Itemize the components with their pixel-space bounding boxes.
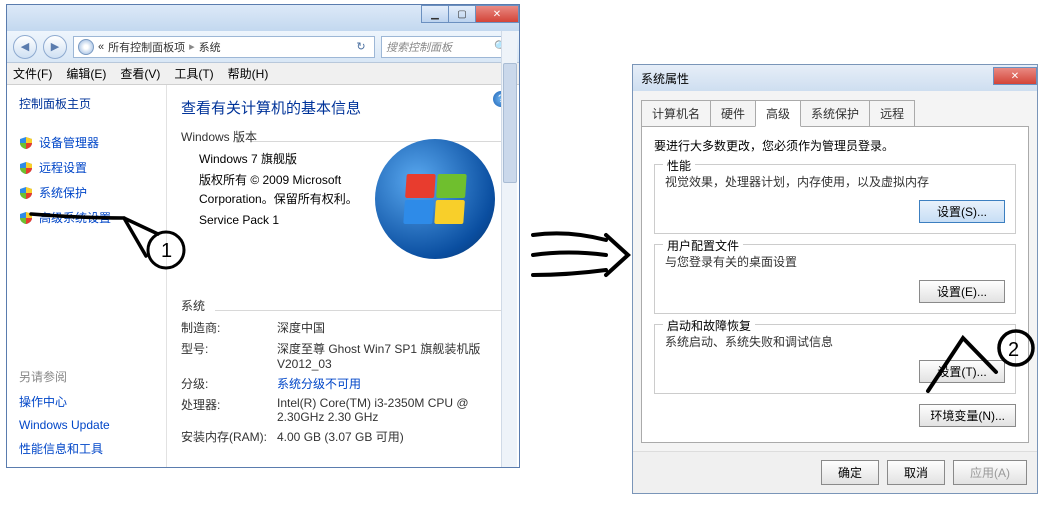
sidebar: 控制面板主页 设备管理器 远程设置 系统保护 高级系统设置 另请参阅 操作中心 … — [7, 85, 167, 467]
search-placeholder: 搜索控制面板 — [386, 39, 452, 55]
rating-label: 分级: — [181, 375, 277, 392]
seealso-perf-tools[interactable]: 性能信息和工具 — [19, 440, 154, 457]
row-rating: 分级: 系统分级不可用 — [181, 375, 505, 392]
breadcrumb-sep: ▸ — [189, 40, 195, 53]
row-model: 型号: 深度至尊 Ghost Win7 SP1 旗舰装机版 V2012_03 — [181, 340, 505, 371]
seealso-action-center[interactable]: 操作中心 — [19, 393, 154, 410]
seealso-title: 另请参阅 — [19, 368, 154, 385]
sidebar-home[interactable]: 控制面板主页 — [19, 95, 154, 112]
breadcrumb-seg1[interactable]: 所有控制面板项 — [108, 39, 185, 55]
cpu-label: 处理器: — [181, 396, 277, 424]
breadcrumb-prefix: « — [98, 41, 104, 53]
cancel-button[interactable]: 取消 — [887, 460, 945, 485]
group-user-profile: 用户配置文件 与您登录有关的桌面设置 设置(E)... — [654, 244, 1016, 314]
body: 控制面板主页 设备管理器 远程设置 系统保护 高级系统设置 另请参阅 操作中心 … — [7, 85, 519, 467]
minimize-button[interactable]: ▁ — [421, 5, 449, 23]
menu-tools[interactable]: 工具(T) — [174, 65, 213, 82]
perf-desc: 视觉效果，处理器计划，内存使用，以及虚拟内存 — [665, 173, 1005, 190]
ok-button[interactable]: 确定 — [821, 460, 879, 485]
model-label: 型号: — [181, 340, 277, 371]
admin-note: 要进行大多数更改，您必须作为管理员登录。 — [654, 137, 1016, 154]
prof-desc: 与您登录有关的桌面设置 — [665, 253, 1005, 270]
ram-label: 安装内存(RAM): — [181, 428, 277, 445]
tab-computer-name[interactable]: 计算机名 — [641, 100, 711, 127]
mfg-value: 深度中国 — [277, 319, 505, 336]
annotation-step2: 2 — [918, 326, 1038, 406]
address-icon — [78, 39, 94, 55]
flag-icon — [403, 174, 466, 224]
tab-advanced[interactable]: 高级 — [755, 100, 801, 127]
system-properties-dialog: 系统属性 ✕ 计算机名 硬件 高级 系统保护 远程 要进行大多数更改，您必须作为… — [632, 64, 1038, 494]
model-value: 深度至尊 Ghost Win7 SP1 旗舰装机版 V2012_03 — [277, 340, 505, 371]
mfg-label: 制造商: — [181, 319, 277, 336]
nav-forward-button[interactable]: ▶ — [43, 35, 67, 59]
breadcrumb-seg2[interactable]: 系统 — [199, 39, 221, 55]
group-performance: 性能 视觉效果，处理器计划，内存使用，以及虚拟内存 设置(S)... — [654, 164, 1016, 234]
menu-bar: 文件(F) 编辑(E) 查看(V) 工具(T) 帮助(H) — [7, 63, 519, 85]
seealso-windows-update[interactable]: Windows Update — [19, 418, 154, 432]
close-button[interactable]: ✕ — [475, 5, 519, 23]
apply-button[interactable]: 应用(A) — [953, 460, 1027, 485]
dialog-titlebar: 系统属性 ✕ — [633, 65, 1037, 91]
scrollbar-thumb[interactable] — [503, 63, 517, 183]
tab-remote[interactable]: 远程 — [869, 100, 915, 127]
rating-value[interactable]: 系统分级不可用 — [277, 375, 505, 392]
sidebar-item-device-manager[interactable]: 设备管理器 — [19, 134, 154, 151]
row-mfg: 制造商: 深度中国 — [181, 319, 505, 336]
menu-edit[interactable]: 编辑(E) — [66, 65, 106, 82]
nav-back-button[interactable]: ◀ — [13, 35, 37, 59]
startup-legend: 启动和故障恢复 — [663, 317, 755, 334]
row-cpu: 处理器: Intel(R) Core(TM) i3-2350M CPU @ 2.… — [181, 396, 505, 424]
perf-settings-button[interactable]: 设置(S)... — [919, 200, 1005, 223]
tabstrip: 计算机名 硬件 高级 系统保护 远程 — [641, 99, 1029, 126]
shield-icon — [19, 136, 33, 150]
page-title: 查看有关计算机的基本信息 — [181, 97, 505, 118]
tab-system-protection[interactable]: 系统保护 — [800, 100, 870, 127]
row-ram: 安装内存(RAM): 4.00 GB (3.07 GB 可用) — [181, 428, 505, 445]
sidebar-item-label: 设备管理器 — [39, 134, 99, 151]
cpu-value: Intel(R) Core(TM) i3-2350M CPU @ 2.30GHz… — [277, 396, 505, 424]
sidebar-item-remote[interactable]: 远程设置 — [19, 159, 154, 176]
windows-logo-icon — [375, 139, 495, 259]
svg-text:1: 1 — [161, 240, 172, 262]
main-pane: ? 查看有关计算机的基本信息 Windows 版本 Windows 7 旗舰版 … — [167, 85, 519, 467]
shield-icon — [19, 161, 33, 175]
menu-view[interactable]: 查看(V) — [120, 65, 160, 82]
prof-settings-button[interactable]: 设置(E)... — [919, 280, 1005, 303]
maximize-button[interactable]: ▢ — [448, 5, 476, 23]
nav-bar: ◀ ▶ « 所有控制面板项 ▸ 系统 ↻ 搜索控制面板 🔍 — [7, 31, 519, 63]
menu-file[interactable]: 文件(F) — [13, 65, 52, 82]
env-row: 环境变量(N)... — [654, 404, 1016, 427]
perf-legend: 性能 — [663, 157, 695, 174]
prof-legend: 用户配置文件 — [663, 237, 743, 254]
svg-text:2: 2 — [1008, 339, 1019, 361]
system-legend: 系统 — [181, 297, 505, 314]
address-bar[interactable]: « 所有控制面板项 ▸ 系统 ↻ — [73, 36, 375, 58]
ram-value: 4.00 GB (3.07 GB 可用) — [277, 428, 505, 445]
window-controls: ▁ ▢ ✕ — [422, 5, 519, 23]
dialog-buttons: 确定 取消 应用(A) — [633, 451, 1037, 493]
system-section: 系统 制造商: 深度中国 型号: 深度至尊 Ghost Win7 SP1 旗舰装… — [181, 297, 505, 445]
sidebar-item-label: 远程设置 — [39, 159, 87, 176]
env-vars-button[interactable]: 环境变量(N)... — [919, 404, 1016, 427]
annotation-arrow — [528, 200, 638, 310]
refresh-icon[interactable]: ↻ — [352, 38, 370, 56]
annotation-step1: 1 — [26, 196, 186, 276]
search-input[interactable]: 搜索控制面板 🔍 — [381, 36, 513, 58]
tab-hardware[interactable]: 硬件 — [710, 100, 756, 127]
menu-help[interactable]: 帮助(H) — [228, 65, 269, 82]
dialog-title: 系统属性 — [641, 70, 689, 87]
dialog-close-button[interactable]: ✕ — [993, 67, 1037, 85]
titlebar: ▁ ▢ ✕ — [7, 5, 519, 31]
